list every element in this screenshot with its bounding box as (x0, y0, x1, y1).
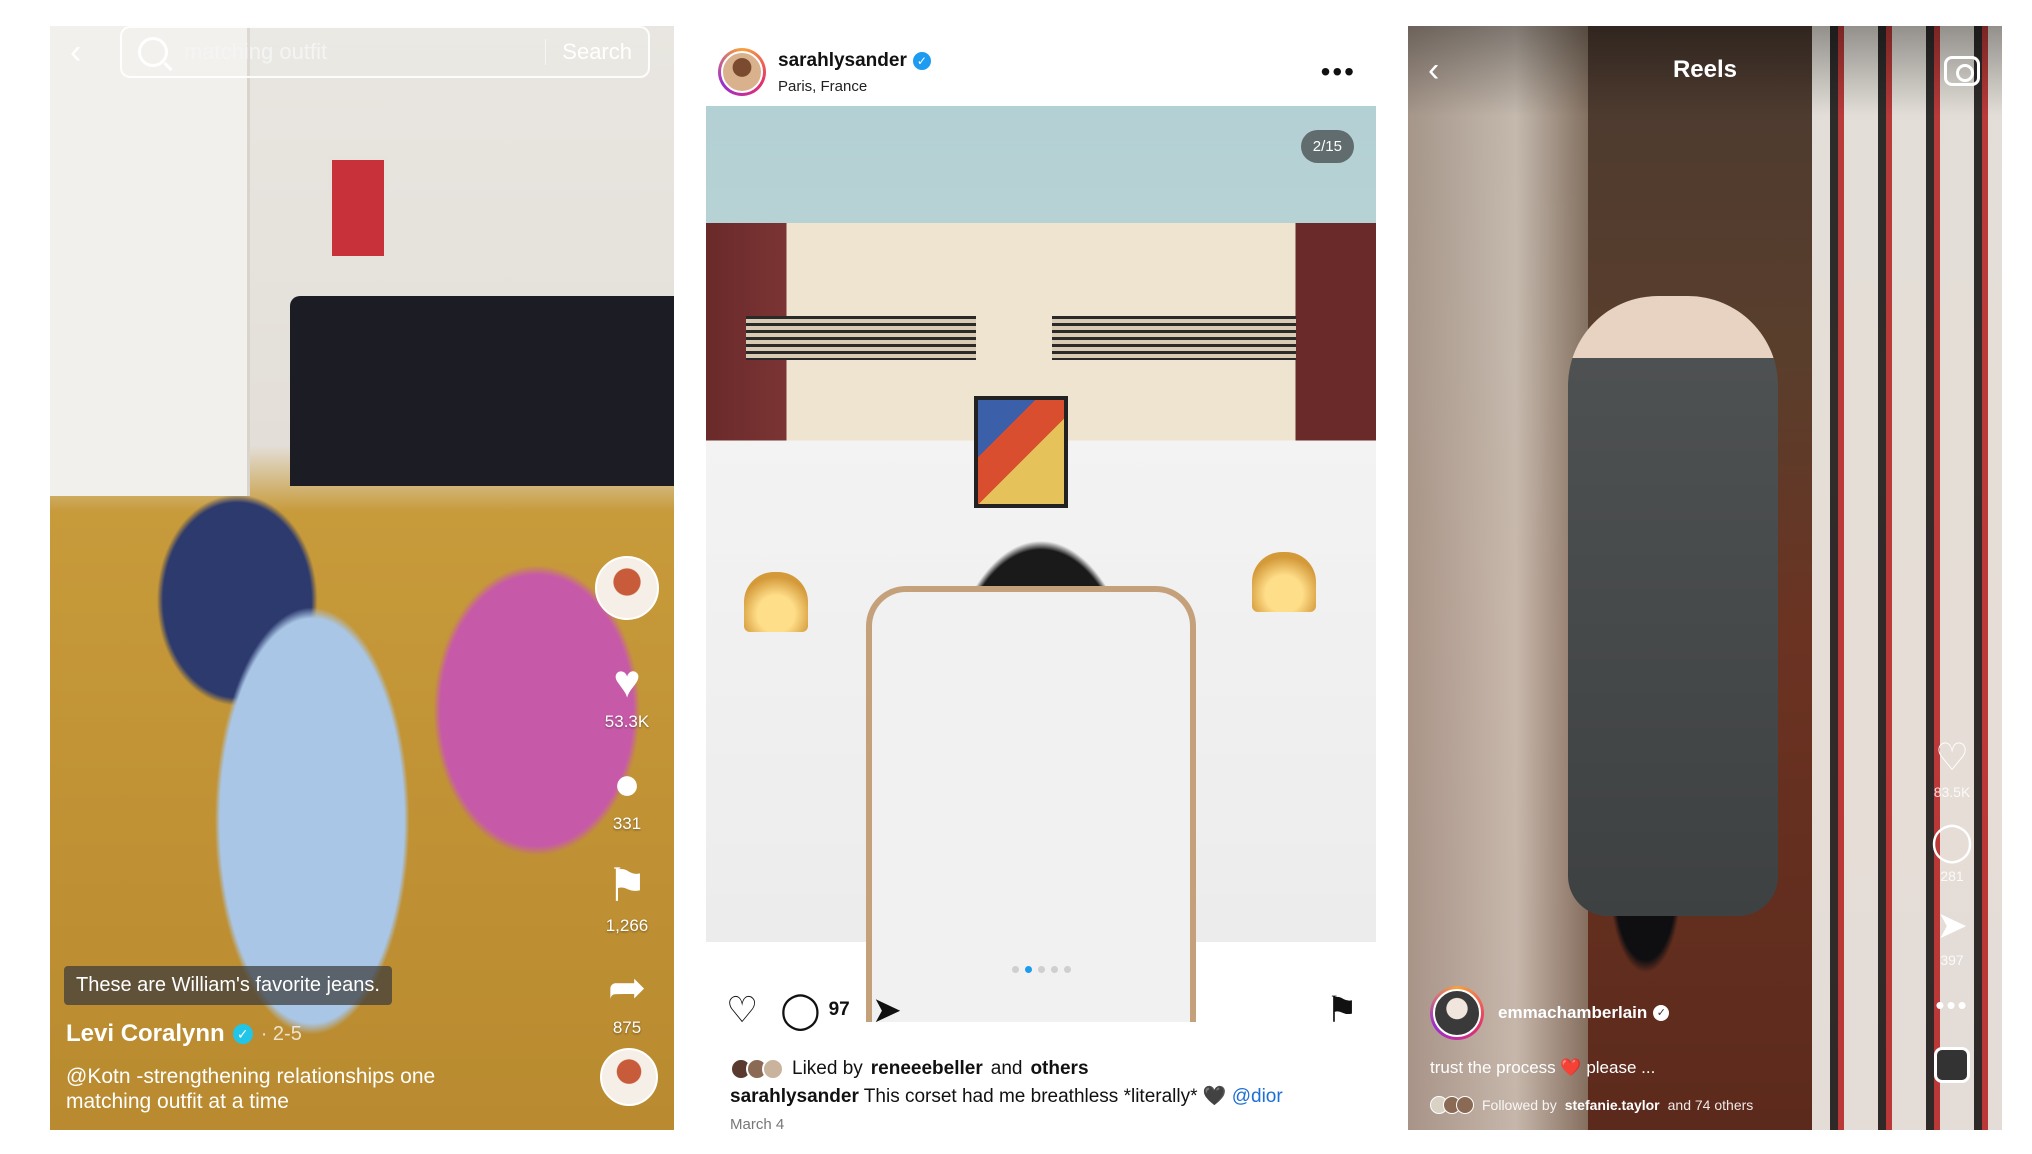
post-header: sarahlysander ✓ Paris, France ••• (706, 26, 1376, 106)
search-button[interactable]: Search (546, 39, 648, 65)
background-door (50, 26, 250, 496)
reel-caption-text: trust the process (1430, 1058, 1556, 1077)
carousel-dot (1050, 966, 1058, 973)
bookmark-icon[interactable]: ⚑ (606, 862, 647, 908)
reel-author-avatar[interactable] (1430, 986, 1484, 1040)
video-description: @Kotn -strengthening relationships one m… (66, 1065, 436, 1113)
caption-username[interactable]: sarahlysander (730, 1086, 859, 1107)
reel-username-row[interactable]: emmachamberlain ✓ (1498, 1003, 1670, 1023)
follower-avatars (1430, 1096, 1474, 1114)
heart-icon[interactable]: ♡ (1935, 738, 1969, 778)
followed-by-user[interactable]: stefanie.taylor (1565, 1097, 1660, 1113)
followed-by-suffix: and 74 others (1667, 1097, 1754, 1113)
reel-caption[interactable]: trust the process ❤️ please ... (1430, 1058, 1655, 1078)
carousel-dot (1063, 966, 1071, 973)
verified-icon: ✓ (912, 52, 931, 70)
sound-disc-avatar[interactable] (600, 1048, 658, 1106)
back-arrow-icon[interactable]: ‹ (70, 34, 100, 70)
comment-count: 331 (612, 814, 642, 833)
more-options-icon[interactable]: ••• (1935, 990, 1968, 1021)
background-lamp (1252, 552, 1316, 612)
verified-icon: ✓ (232, 1024, 253, 1044)
followed-by-prefix: Followed by (1482, 1097, 1557, 1113)
liked-by-prefix: Liked by (792, 1058, 863, 1079)
instagram-reels-panel: ‹ Reels ♡ 83.5K ◯ 281 ➤ 397 ••• emmacham… (1408, 26, 2002, 1130)
reel-caption-more[interactable]: please ... (1586, 1058, 1655, 1077)
carousel-dot (1011, 966, 1019, 973)
carousel-dots (706, 960, 1376, 978)
reel-username[interactable]: emmachamberlain (1498, 1003, 1647, 1023)
liked-by-user[interactable]: reneeebeller (871, 1058, 983, 1080)
background-bed (866, 586, 1196, 1022)
share-count: 875 (612, 1018, 642, 1037)
send-icon[interactable]: ➤ (872, 990, 902, 1030)
creator-avatar[interactable] (595, 556, 659, 620)
verified-icon: ✓ (1653, 1005, 1670, 1021)
background-vent (1052, 316, 1296, 360)
background-shelves (1408, 26, 1588, 1130)
post-date: · 2-5 (260, 1022, 302, 1045)
like-count: 53.3K (604, 712, 650, 731)
video-overlay-caption: These are William's favorite jeans. (64, 966, 392, 1005)
post-username-row[interactable]: sarahlysander ✓ (778, 50, 931, 72)
background-headboard (290, 296, 674, 486)
liked-by-and: and (990, 1058, 1023, 1079)
author-row[interactable]: Levi Coralynn ✓ · 2-5 (66, 1020, 302, 1048)
more-options-icon[interactable]: ••• (1321, 56, 1356, 88)
background-artwork (974, 396, 1068, 508)
post-action-bar: ♡ ◯ 97 ➤ ⚑ (726, 988, 1358, 1032)
carousel-pager: 2/15 (1300, 130, 1354, 163)
comment-icon[interactable]: ◯ (780, 990, 820, 1030)
send-icon[interactable]: ➤ (1936, 906, 1968, 946)
caption-text: This corset had me breathless *literally… (863, 1086, 1227, 1107)
profile-avatar[interactable] (718, 48, 766, 96)
author-name[interactable]: Levi Coralynn (66, 1020, 225, 1048)
search-bar[interactable]: matching outfit Search (120, 26, 650, 78)
tiktok-video-panel: ‹ matching outfit Search ♥ 53.3K ● 331 ⚑… (50, 26, 674, 1130)
comment-icon[interactable]: ● (613, 760, 641, 806)
background-lamp (744, 572, 808, 632)
audio-track-icon[interactable] (1934, 1047, 1970, 1083)
search-input[interactable]: matching outfit (184, 39, 545, 65)
bookmark-icon[interactable]: ⚑ (1326, 989, 1358, 1031)
background-frame (328, 156, 388, 260)
reels-title: Reels (1672, 56, 1738, 83)
post-image[interactable] (706, 106, 1376, 1022)
camera-icon[interactable] (1944, 56, 1980, 86)
save-count: 1,266 (605, 916, 649, 935)
liked-by-row[interactable]: Liked by reneeebeller and others (730, 1058, 1089, 1080)
red-heart-emoji: ❤️ (1560, 1058, 1582, 1077)
comment-count: 281 (1940, 868, 1964, 884)
comment-icon[interactable]: ◯ (1931, 822, 1974, 862)
liked-by-others[interactable]: others (1030, 1058, 1088, 1080)
heart-icon[interactable]: ♡ (726, 990, 758, 1030)
like-count: 83.5K (1933, 784, 1971, 800)
search-icon (138, 37, 168, 67)
action-rail: ♥ 53.3K ● 331 ⚑ 1,266 ➦ 875 (592, 556, 662, 1058)
followed-by-row[interactable]: Followed by stefanie.taylor and 74 other… (1430, 1096, 1753, 1114)
background-vent (746, 316, 976, 360)
carousel-dot-active (1024, 966, 1032, 973)
carousel-dot (1037, 966, 1045, 973)
post-username[interactable]: sarahlysander (778, 50, 907, 72)
liker-avatars (730, 1058, 784, 1080)
reel-author-row[interactable]: emmachamberlain ✓ (1430, 986, 1670, 1040)
post-location[interactable]: Paris, France (778, 78, 867, 95)
share-count: 397 (1940, 952, 1964, 968)
post-date: March 4 (730, 1116, 785, 1130)
comment-count: 97 (828, 999, 850, 1020)
post-caption: sarahlysander This corset had me breathl… (730, 1084, 1283, 1108)
reels-action-rail: ♡ 83.5K ◯ 281 ➤ 397 ••• (1922, 738, 1982, 1083)
share-arrow-icon[interactable]: ➦ (608, 964, 647, 1010)
caption-mention[interactable]: @dior (1232, 1086, 1283, 1107)
instagram-post-panel: sarahlysander ✓ Paris, France ••• 2/15 ♡… (706, 26, 1376, 1130)
background-person (1568, 296, 1778, 916)
heart-icon[interactable]: ♥ (613, 658, 640, 704)
